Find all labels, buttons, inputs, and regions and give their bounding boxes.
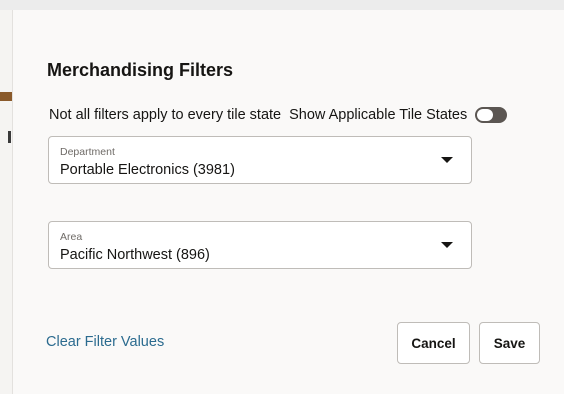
- merchandising-filters-dialog: Merchandising Filters Not all filters ap…: [12, 10, 564, 394]
- show-applicable-tile-states-toggle[interactable]: [475, 107, 508, 123]
- caret-down-icon: [441, 157, 453, 163]
- cancel-button[interactable]: Cancel: [397, 322, 470, 364]
- caret-down-icon: [441, 242, 453, 248]
- toggle-knob: [477, 109, 494, 121]
- applicability-row: Not all filters apply to every tile stat…: [49, 107, 508, 123]
- department-select[interactable]: Department Portable Electronics (3981): [48, 136, 472, 184]
- background-left-strip: [0, 10, 12, 394]
- info-text: Not all filters apply to every tile stat…: [49, 107, 282, 123]
- clear-filter-values-link[interactable]: Clear Filter Values: [46, 334, 164, 350]
- department-label: Department: [60, 146, 115, 158]
- background-header-strip: [0, 0, 564, 10]
- dialog-title: Merchandising Filters: [47, 60, 234, 80]
- save-button[interactable]: Save: [479, 322, 540, 364]
- area-select[interactable]: Area Pacific Northwest (896): [48, 221, 472, 269]
- background-marker: [8, 131, 11, 143]
- background-accent-bar: [0, 92, 12, 101]
- area-value: Pacific Northwest (896): [60, 247, 210, 263]
- toggle-label: Show Applicable Tile States: [289, 107, 468, 123]
- department-value: Portable Electronics (3981): [60, 162, 235, 178]
- area-label: Area: [60, 231, 83, 243]
